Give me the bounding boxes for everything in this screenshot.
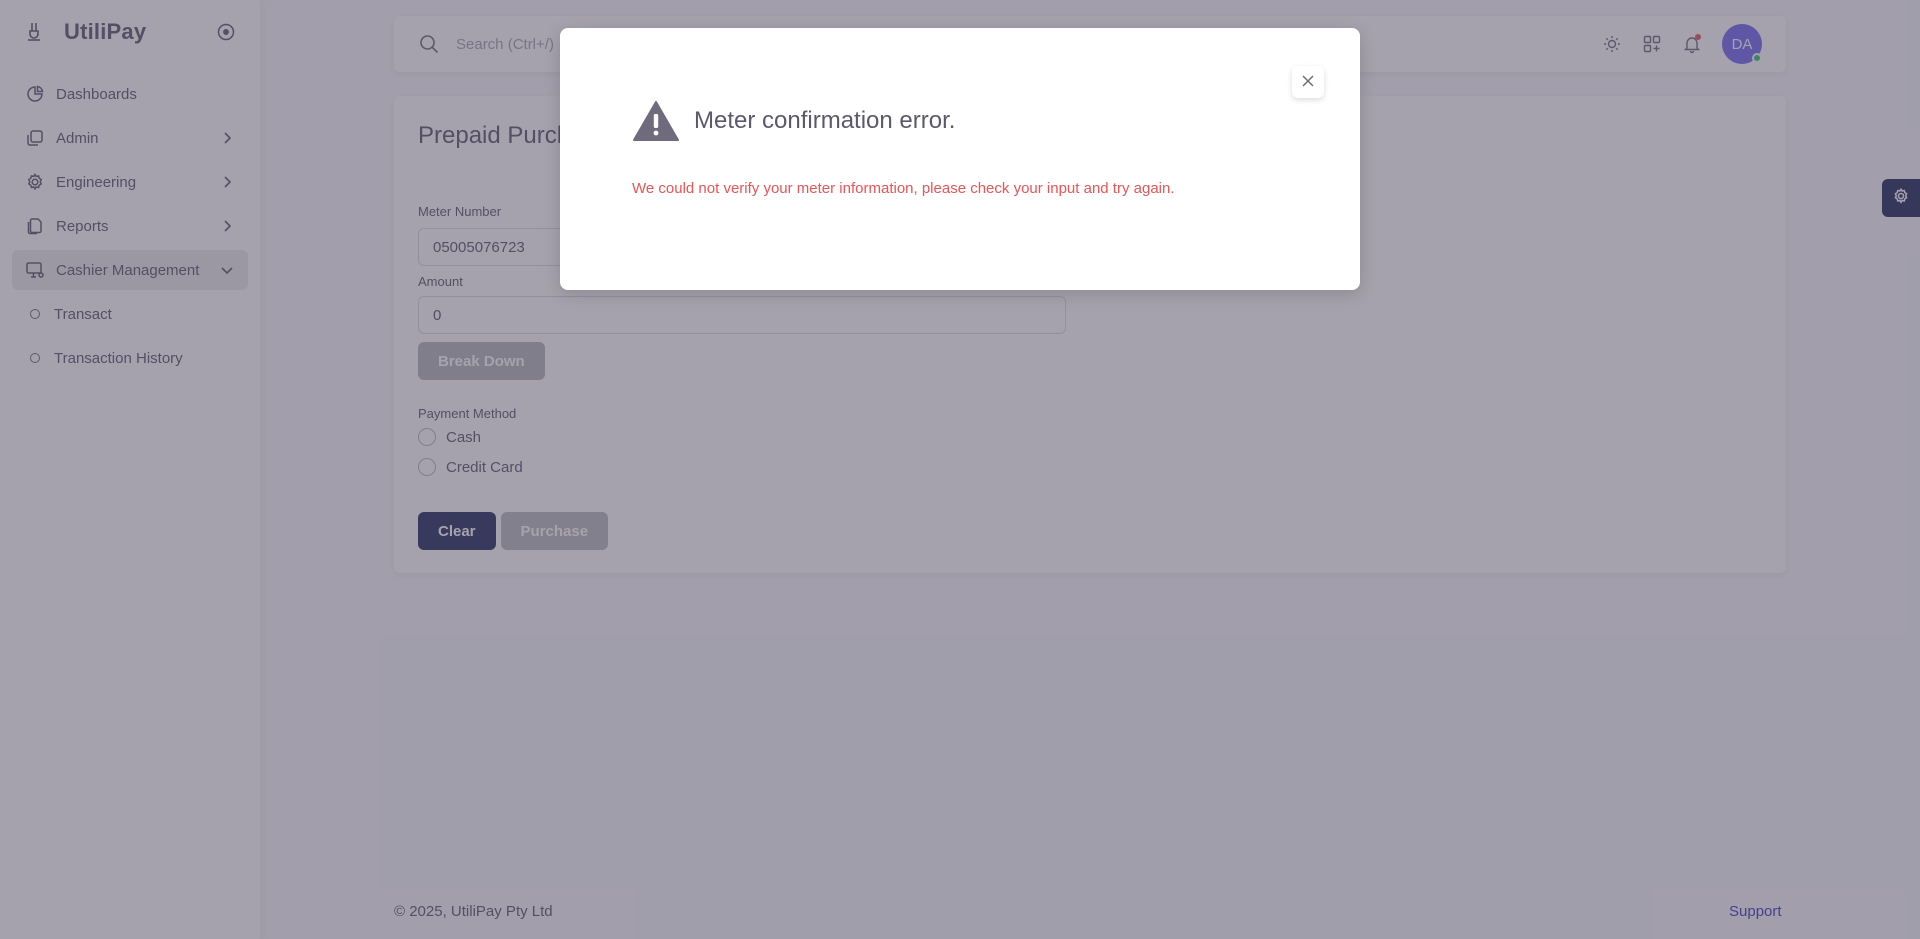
error-modal: Meter confirmation error. We could not v… <box>560 28 1360 290</box>
modal-backdrop[interactable]: Meter confirmation error. We could not v… <box>0 0 1920 939</box>
modal-title: Meter confirmation error. <box>694 107 956 134</box>
warning-icon <box>632 100 680 142</box>
close-icon <box>1301 74 1315 91</box>
close-button[interactable] <box>1292 66 1324 98</box>
modal-error-message: We could not verify your meter informati… <box>632 180 1175 197</box>
modal-header: Meter confirmation error. <box>632 100 955 142</box>
